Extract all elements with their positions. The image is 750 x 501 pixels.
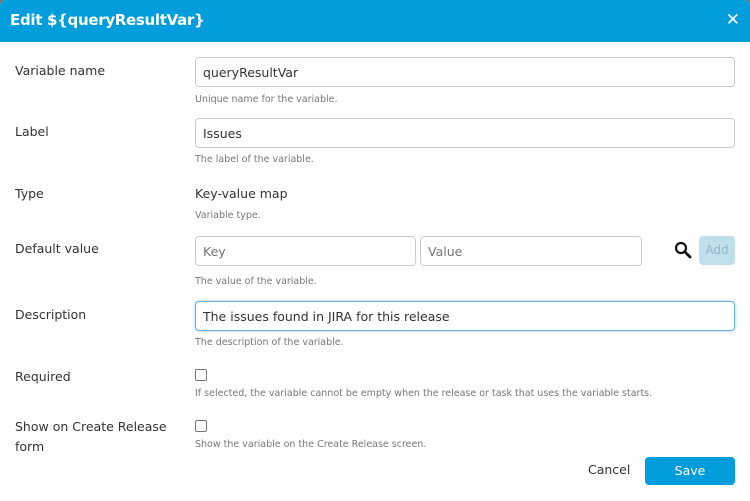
default-value-hint: The value of the variable. bbox=[195, 276, 317, 287]
search-icon[interactable] bbox=[674, 241, 692, 259]
label-label: Label bbox=[15, 124, 49, 139]
cancel-button[interactable]: Cancel bbox=[588, 462, 630, 477]
show-on-create-label-line2: form bbox=[15, 439, 45, 454]
edit-variable-dialog: Edit ${queryResultVar} ✕ Variable name U… bbox=[0, 0, 750, 501]
label-hint: The label of the variable. bbox=[195, 154, 314, 165]
value-input[interactable] bbox=[420, 236, 642, 266]
required-label: Required bbox=[15, 369, 71, 384]
dialog-header: Edit ${queryResultVar} ✕ bbox=[0, 0, 750, 42]
dialog-title: Edit ${queryResultVar} bbox=[10, 11, 205, 29]
show-on-create-checkbox[interactable] bbox=[195, 420, 207, 432]
variable-name-label: Variable name bbox=[15, 63, 106, 78]
required-checkbox[interactable] bbox=[195, 369, 207, 381]
show-on-create-label-line1: Show on Create Release bbox=[15, 419, 167, 434]
description-label: Description bbox=[15, 307, 87, 322]
variable-name-input[interactable] bbox=[195, 57, 735, 87]
save-button[interactable]: Save bbox=[645, 457, 735, 485]
add-button[interactable]: Add bbox=[699, 236, 735, 265]
variable-name-hint: Unique name for the variable. bbox=[195, 94, 338, 105]
description-input[interactable] bbox=[195, 301, 735, 331]
show-on-create-hint: Show the variable on the Create Release … bbox=[195, 439, 427, 450]
default-value-label: Default value bbox=[15, 241, 99, 256]
label-input[interactable] bbox=[195, 118, 735, 148]
type-value: Key-value map bbox=[195, 186, 288, 201]
required-hint: If selected, the variable cannot be empt… bbox=[195, 388, 653, 399]
description-hint: The description of the variable. bbox=[195, 337, 344, 348]
key-input[interactable] bbox=[195, 236, 416, 266]
type-label: Type bbox=[15, 186, 44, 201]
type-hint: Variable type. bbox=[195, 210, 261, 221]
close-icon[interactable]: ✕ bbox=[726, 10, 740, 30]
